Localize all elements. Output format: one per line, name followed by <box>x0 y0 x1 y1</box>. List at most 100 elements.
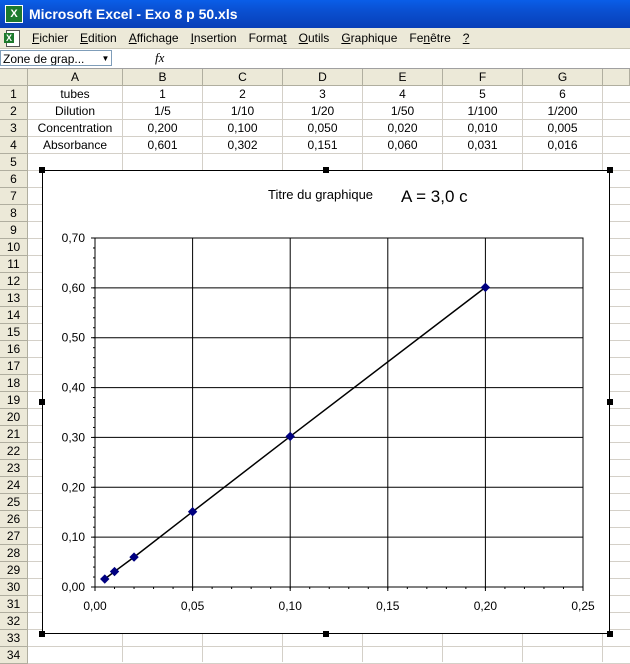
cell-G4[interactable]: 0,016 <box>523 137 602 154</box>
row-header-30[interactable]: 30 <box>0 579 28 596</box>
menu-item-6[interactable]: Graphique <box>335 31 403 45</box>
row-header-13[interactable]: 13 <box>0 290 28 307</box>
menu-item-2[interactable]: Affichage <box>123 31 185 45</box>
row-header-25[interactable]: 25 <box>0 494 28 511</box>
excel-app-icon[interactable]: X <box>5 5 23 23</box>
column-header-A[interactable]: A <box>28 69 123 86</box>
row-header-15[interactable]: 15 <box>0 324 28 341</box>
row-header-17[interactable]: 17 <box>0 358 28 375</box>
row-header-28[interactable]: 28 <box>0 545 28 562</box>
cell-B4[interactable]: 0,601 <box>123 137 202 154</box>
row-header-29[interactable]: 29 <box>0 562 28 579</box>
row-header-1[interactable]: 1 <box>0 86 28 103</box>
row-header-23[interactable]: 23 <box>0 460 28 477</box>
column-header-partial[interactable] <box>603 69 630 86</box>
y-tick-label: 0,10 <box>62 530 86 544</box>
row-header-34[interactable]: 34 <box>0 647 28 664</box>
cell-E4[interactable]: 0,060 <box>363 137 442 154</box>
resize-handle[interactable] <box>323 167 329 173</box>
row-header-33[interactable]: 33 <box>0 630 28 647</box>
x-tick-label: 0,25 <box>571 599 595 613</box>
cell-C2[interactable]: 1/10 <box>203 103 282 120</box>
cell-D1[interactable]: 3 <box>283 86 362 103</box>
cell-G2[interactable]: 1/200 <box>523 103 602 120</box>
row-header-22[interactable]: 22 <box>0 443 28 460</box>
column-header-C[interactable]: C <box>203 69 283 86</box>
row-header-27[interactable]: 27 <box>0 528 28 545</box>
row-header-24[interactable]: 24 <box>0 477 28 494</box>
cell-A2[interactable]: Dilution <box>28 103 122 120</box>
row-header-8[interactable]: 8 <box>0 205 28 222</box>
cell-A1[interactable]: tubes <box>28 86 122 103</box>
cell-C1[interactable]: 2 <box>203 86 282 103</box>
menu-item-5[interactable]: Outils <box>293 31 336 45</box>
cell-D2[interactable]: 1/20 <box>283 103 362 120</box>
row-header-26[interactable]: 26 <box>0 511 28 528</box>
column-header-F[interactable]: F <box>443 69 523 86</box>
menu-item-1[interactable]: Edition <box>74 31 123 45</box>
cell-E1[interactable]: 4 <box>363 86 442 103</box>
select-all-corner[interactable] <box>0 69 28 86</box>
row-header-16[interactable]: 16 <box>0 341 28 358</box>
menu-item-8[interactable]: ? <box>457 31 476 45</box>
menu-item-0[interactable]: Fichier <box>26 31 74 45</box>
cell-E2[interactable]: 1/50 <box>363 103 442 120</box>
y-tick-label: 0,30 <box>62 430 86 444</box>
cell-E3[interactable]: 0,020 <box>363 120 442 137</box>
resize-handle[interactable] <box>39 399 45 405</box>
cell-F1[interactable]: 5 <box>443 86 522 103</box>
row-header-21[interactable]: 21 <box>0 426 28 443</box>
column-header-B[interactable]: B <box>123 69 203 86</box>
row-header-12[interactable]: 12 <box>0 273 28 290</box>
row-header-4[interactable]: 4 <box>0 137 28 154</box>
row-header-18[interactable]: 18 <box>0 375 28 392</box>
cell-D3[interactable]: 0,050 <box>283 120 362 137</box>
row-header-31[interactable]: 31 <box>0 596 28 613</box>
cell-F3[interactable]: 0,010 <box>443 120 522 137</box>
chart-area[interactable]: 0,00 0,05 0,10 0,15 0,20 0,25 0,00 0,10 0,20 0,30… <box>42 170 610 634</box>
scatter-chart[interactable]: 0,00 0,05 0,10 0,15 0,20 0,25 0,00 0,10 0,20 0,30… <box>43 171 609 633</box>
row-header-7[interactable]: 7 <box>0 188 28 205</box>
row-header-20[interactable]: 20 <box>0 409 28 426</box>
resize-handle[interactable] <box>607 167 613 173</box>
row-header-3[interactable]: 3 <box>0 120 28 137</box>
cell-B1[interactable]: 1 <box>123 86 202 103</box>
row-header-6[interactable]: 6 <box>0 171 28 188</box>
formula-input[interactable] <box>176 50 628 66</box>
menu-item-3[interactable]: Insertion <box>185 31 243 45</box>
insert-function-icon[interactable]: fx <box>155 50 164 66</box>
row-header-10[interactable]: 10 <box>0 239 28 256</box>
column-header-E[interactable]: E <box>363 69 443 86</box>
row-header-11[interactable]: 11 <box>0 256 28 273</box>
column-header-G[interactable]: G <box>523 69 603 86</box>
resize-handle[interactable] <box>323 631 329 637</box>
resize-handle[interactable] <box>39 167 45 173</box>
cell-C4[interactable]: 0,302 <box>203 137 282 154</box>
menu-item-7[interactable]: Fenêtre <box>403 31 456 45</box>
column-header-D[interactable]: D <box>283 69 363 86</box>
cell-A3[interactable]: Concentration <box>28 120 122 137</box>
cell-A4[interactable]: Absorbance <box>28 137 122 154</box>
resize-handle[interactable] <box>607 631 613 637</box>
cell-C3[interactable]: 0,100 <box>203 120 282 137</box>
row-header-14[interactable]: 14 <box>0 307 28 324</box>
menu-bar: X Fichier Edition Affichage Insertion Format… <box>0 28 630 49</box>
row-header-9[interactable]: 9 <box>0 222 28 239</box>
cell-B2[interactable]: 1/5 <box>123 103 202 120</box>
menu-item-4[interactable]: Format <box>243 31 293 45</box>
resize-handle[interactable] <box>607 399 613 405</box>
row-header-32[interactable]: 32 <box>0 613 28 630</box>
cell-B3[interactable]: 0,200 <box>123 120 202 137</box>
cell-G3[interactable]: 0,005 <box>523 120 602 137</box>
name-box[interactable]: Zone de grap... <box>0 50 112 66</box>
row-header-19[interactable]: 19 <box>0 392 28 409</box>
cell-D4[interactable]: 0,151 <box>283 137 362 154</box>
cell-G1[interactable]: 6 <box>523 86 602 103</box>
cell-F4[interactable]: 0,031 <box>443 137 522 154</box>
document-icon[interactable]: X <box>4 30 22 47</box>
cell-F2[interactable]: 1/100 <box>443 103 522 120</box>
row-header-5[interactable]: 5 <box>0 154 28 171</box>
name-box-dropdown-icon[interactable]: ▼ <box>99 50 112 66</box>
resize-handle[interactable] <box>39 631 45 637</box>
row-header-2[interactable]: 2 <box>0 103 28 120</box>
